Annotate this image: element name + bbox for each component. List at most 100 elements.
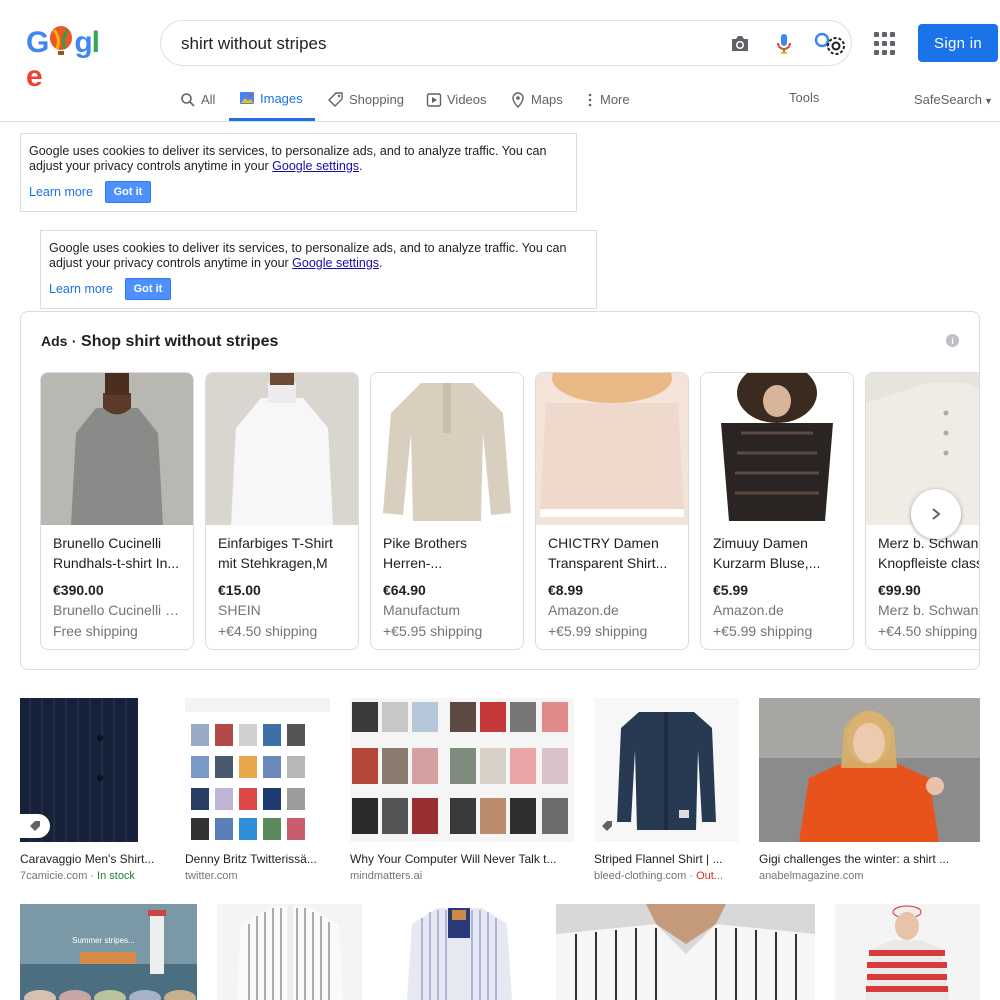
tools-button[interactable]: Tools — [789, 90, 819, 105]
result-thumbnail — [350, 698, 574, 842]
search-input[interactable] — [181, 32, 701, 56]
chevron-right-icon — [932, 508, 941, 520]
result-title: Gigi challenges the winter: a shirt ... — [759, 852, 950, 866]
result-title: Denny Britz Twitterissä... — [185, 852, 317, 866]
result-source: anabelmagazine.com — [759, 870, 864, 882]
product-name: Merz b. Schwanen Knopfleiste classic — [878, 535, 979, 571]
product-merchant: Amazon.de — [713, 602, 784, 618]
image-result[interactable] — [382, 904, 536, 1000]
product-merchant: Merz b. Schwanen — [878, 602, 979, 618]
logo-letter: G — [26, 26, 49, 59]
result-thumbnail — [594, 698, 739, 842]
result-title: Caravaggio Men's Shirt... — [20, 852, 155, 866]
search-icon — [181, 92, 195, 107]
play-icon — [426, 92, 442, 107]
product-image — [206, 373, 358, 525]
tab-label: Videos — [447, 92, 487, 107]
product-price: €99.90 — [878, 582, 921, 598]
product-image — [41, 373, 193, 525]
product-image — [536, 373, 688, 525]
carousel-next-button[interactable] — [911, 489, 961, 539]
product-merchant: Amazon.de — [548, 602, 619, 618]
image-result[interactable] — [217, 904, 362, 1000]
result-overlay-text: Summer stripes... — [72, 936, 135, 945]
microphone-icon[interactable] — [771, 31, 797, 57]
product-merchant: Manufactum — [383, 602, 461, 618]
image-result[interactable]: Why Your Computer Will Never Talk t... m… — [350, 698, 574, 882]
logo-letter: l — [91, 26, 100, 59]
result-source: mindmatters.ai — [350, 870, 423, 882]
image-icon — [240, 92, 254, 104]
result-thumbnail — [382, 904, 536, 1000]
stock-status: In stock — [97, 870, 135, 882]
tab-videos[interactable]: Videos — [426, 78, 487, 121]
got-it-button[interactable]: Got it — [124, 278, 171, 300]
result-source: twitter.com — [185, 870, 238, 882]
search-box — [160, 20, 852, 66]
product-card[interactable]: Pike Brothers Herren-... €64.90 Manufact… — [370, 372, 524, 650]
product-price: €390.00 — [53, 582, 104, 598]
product-card[interactable]: Brunello Cucinelli Rundhals-t-shirt In..… — [40, 372, 194, 650]
cookie-banner: Google uses cookies to deliver its servi… — [20, 133, 577, 212]
caret-down-icon: ▼ — [983, 96, 993, 106]
result-thumbnail — [185, 698, 330, 842]
result-thumbnail: Summer stripes... — [20, 904, 197, 1000]
image-result[interactable]: Caravaggio Men's Shirt... 7camicie.com ·… — [20, 698, 165, 882]
tab-label: Maps — [531, 92, 563, 107]
google-settings-link[interactable]: Google settings — [272, 159, 359, 173]
ads-heading: Ads · Shop shirt without stripes — [41, 333, 279, 350]
search-tabs: All Images Shopping Videos Maps More — [0, 78, 1000, 122]
product-card[interactable]: Einfarbiges T-Shirt mit Stehkragen,M €15… — [205, 372, 359, 650]
product-merchant: Brunello Cucinelli O... — [53, 602, 185, 618]
tab-maps[interactable]: Maps — [510, 78, 563, 121]
image-result[interactable]: Gigi challenges the winter: a shirt ... … — [759, 698, 980, 882]
cookie-banner: Google uses cookies to deliver its servi… — [40, 230, 597, 309]
product-card[interactable]: Zimuuy Damen Kurzarm Bluse,... €5.99 Ama… — [700, 372, 854, 650]
google-logo[interactable]: G ogle — [26, 26, 112, 93]
shopping-ads-panel: Ads · Shop shirt without stripes i Brune… — [20, 311, 980, 670]
result-thumbnail — [759, 698, 980, 842]
result-title: Why Your Computer Will Never Talk t... — [350, 852, 557, 866]
logo-letter: g — [74, 26, 92, 59]
learn-more-link[interactable]: Learn more — [29, 185, 93, 200]
product-card[interactable]: CHICTRY Damen Transparent Shirt... €8.99… — [535, 372, 689, 650]
tab-all[interactable]: All — [180, 78, 215, 121]
google-settings-link[interactable]: Google settings — [292, 256, 379, 270]
tab-shopping[interactable]: Shopping — [328, 78, 404, 121]
learn-more-link[interactable]: Learn more — [49, 282, 113, 297]
apps-grid-icon[interactable] — [874, 32, 898, 56]
more-vert-icon — [588, 93, 592, 106]
image-result[interactable]: Striped Flannel Shirt | ... bleed-clothi… — [594, 698, 739, 882]
ads-label: Ads — [41, 333, 68, 349]
product-name: Brunello Cucinelli Rundhals-t-shirt In..… — [53, 535, 180, 571]
image-result[interactable] — [835, 904, 980, 1000]
stock-status: Out... — [696, 870, 724, 882]
product-image — [701, 373, 853, 525]
product-shipping: +€4.50 shipping — [218, 623, 318, 639]
image-result[interactable]: Denny Britz Twitterissä... twitter.com — [185, 698, 330, 882]
ads-title: Shop shirt without stripes — [81, 333, 279, 350]
image-result[interactable] — [556, 904, 815, 1000]
product-name: Einfarbiges T-Shirt mit Stehkragen,M — [218, 535, 333, 571]
got-it-button[interactable]: Got it — [104, 181, 151, 203]
safesearch-dropdown[interactable]: SafeSearch ▼ — [914, 92, 993, 107]
tab-more[interactable]: More — [585, 78, 630, 121]
settings-gear-icon[interactable] — [823, 33, 849, 59]
product-image — [371, 373, 523, 525]
price-tag-icon — [20, 814, 50, 838]
product-shipping: +€5.99 shipping — [713, 623, 813, 639]
product-name: Pike Brothers Herren-... — [383, 535, 468, 571]
map-pin-icon — [512, 91, 524, 108]
image-result[interactable]: Summer stripes... — [20, 904, 197, 1000]
tab-label: Images — [260, 90, 303, 106]
tab-images[interactable]: Images — [229, 78, 315, 121]
product-merchant: SHEIN — [218, 602, 261, 618]
result-title: Striped Flannel Shirt | ... — [594, 852, 723, 866]
result-thumbnail — [556, 904, 815, 1000]
result-thumbnail — [835, 904, 980, 1000]
sign-in-button[interactable]: Sign in — [918, 24, 998, 62]
product-price: €5.99 — [713, 582, 749, 598]
info-icon[interactable]: i — [946, 334, 959, 347]
camera-icon[interactable] — [727, 31, 753, 57]
product-price: €15.00 — [218, 582, 261, 598]
